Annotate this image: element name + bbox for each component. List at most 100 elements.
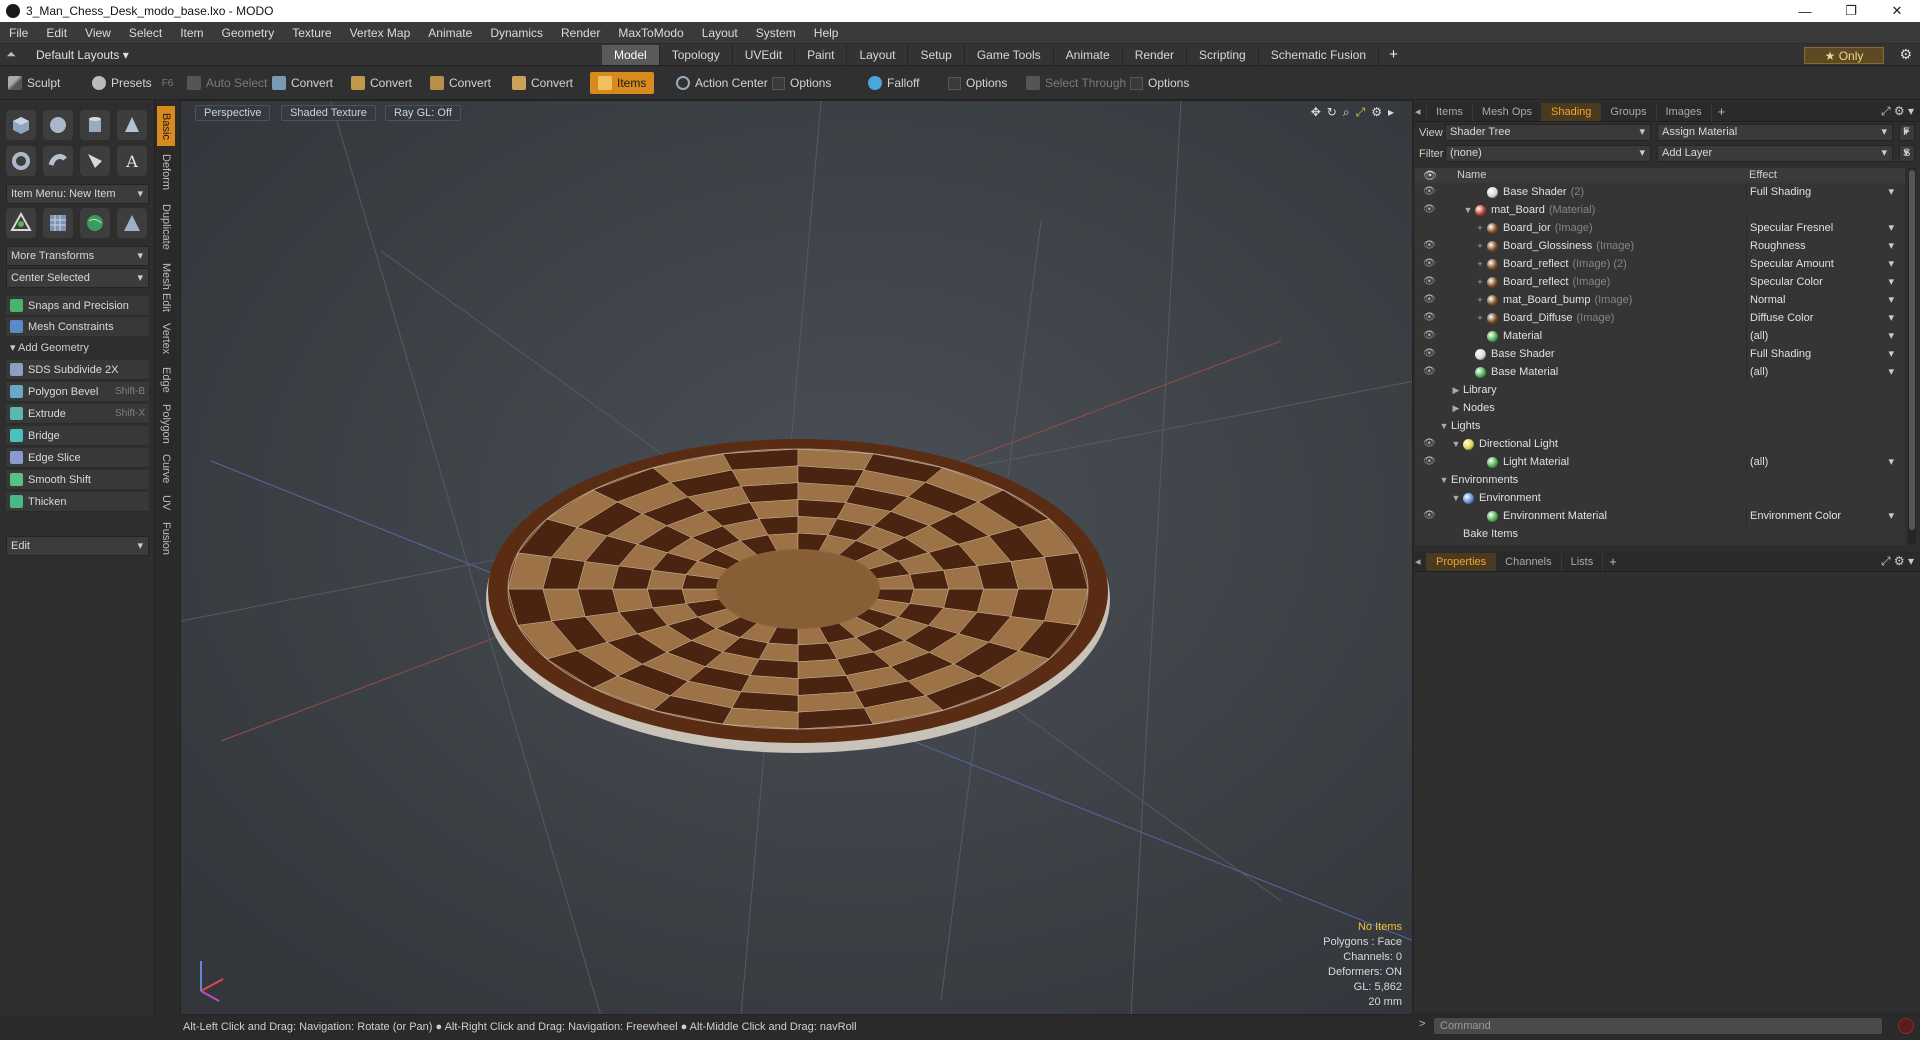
menu-layout[interactable]: Layout (693, 22, 747, 44)
expand-toggle-icon[interactable]: ▶ (1451, 381, 1461, 399)
pen-tool-icon[interactable] (80, 146, 110, 176)
fit-view-icon[interactable]: ⤢ (1356, 105, 1366, 120)
shader-tree-row[interactable]: 👁 + mat_Board_bump (Image) Normal (1415, 291, 1905, 309)
shader-tree-row[interactable]: 👁 Material (all) (1415, 327, 1905, 345)
center-selected-dropdown[interactable]: Center Selected (6, 268, 149, 288)
add-properties-tab-button[interactable]: + (1603, 554, 1623, 569)
snaps-precision-button[interactable]: Snaps and Precision (6, 296, 149, 316)
visibility-eye-icon[interactable]: 👁 (1423, 291, 1437, 309)
tab-items[interactable]: Items (1427, 102, 1473, 121)
visibility-eye-icon[interactable]: 👁 (1423, 201, 1437, 219)
menu-animate[interactable]: Animate (419, 22, 481, 44)
expand-toggle-icon[interactable]: + (1475, 219, 1485, 237)
expand-toggle-icon[interactable]: + (1475, 291, 1485, 309)
options-button-1[interactable]: Options (772, 72, 831, 94)
maximize-button[interactable]: ❐ (1828, 0, 1874, 22)
tab-render[interactable]: Render (1123, 44, 1188, 65)
filter-dropdown[interactable]: (none) (1445, 145, 1651, 162)
effect-dropdown[interactable]: Roughness (1746, 237, 1898, 255)
tab-scripting[interactable]: Scripting (1187, 44, 1259, 65)
assign-material-dropdown[interactable]: Assign Material (1657, 124, 1893, 141)
shader-tree-row[interactable]: ▼ Environments (1415, 471, 1905, 489)
expand-toggle-icon[interactable]: + (1475, 237, 1485, 255)
shader-tree-row[interactable]: 👁 + Board_reflect (Image) Specular Color (1415, 273, 1905, 291)
only-button[interactable]: ★ Only (1804, 47, 1884, 64)
menu-item[interactable]: Item (171, 22, 212, 44)
viewport-menu-icon[interactable]: ▸ (1388, 105, 1394, 120)
zoom-icon[interactable]: ⌕ (1343, 105, 1350, 120)
shader-tree-row[interactable]: ▶ Library (1415, 381, 1905, 399)
vtab-mesh-edit[interactable]: Mesh Edit (157, 258, 175, 316)
transform-tool-icon[interactable] (6, 208, 36, 238)
tab-setup[interactable]: Setup (908, 44, 965, 65)
text-tool-icon[interactable]: A (117, 146, 147, 176)
visibility-eye-icon[interactable]: 👁 (1423, 363, 1437, 381)
command-input[interactable]: Command (1433, 1017, 1883, 1035)
items-mode-button[interactable]: Items (590, 72, 655, 94)
record-macro-icon[interactable] (1898, 1018, 1914, 1034)
shader-tree-row[interactable]: 👁 Base Material (all) (1415, 363, 1905, 381)
add-layout-tab-button[interactable]: + (1379, 46, 1408, 63)
menu-view[interactable]: View (76, 22, 120, 44)
shading-mode-button[interactable]: Shaded Texture (281, 105, 376, 121)
effect-dropdown[interactable]: Normal (1746, 291, 1898, 309)
viewport-settings-icon[interactable]: ⚙ (1371, 105, 1382, 120)
pyramid-tool-icon[interactable] (117, 208, 147, 238)
tab-images[interactable]: Images (1657, 102, 1712, 121)
effect-dropdown[interactable]: (all) (1746, 363, 1898, 381)
effect-dropdown[interactable]: Specular Fresnel (1746, 219, 1898, 237)
presets-button[interactable]: Presets F6 (92, 72, 173, 94)
menu-geometry[interactable]: Geometry (213, 22, 284, 44)
menu-help[interactable]: Help (805, 22, 848, 44)
menu-vertex-map[interactable]: Vertex Map (341, 22, 420, 44)
smooth-shift-button[interactable]: Smooth Shift (6, 470, 149, 490)
expand-toggle-icon[interactable]: ▼ (1451, 489, 1461, 507)
tab-groups[interactable]: Groups (1601, 102, 1657, 121)
effect-column-header[interactable]: Effect (1749, 169, 1777, 181)
vtab-vertex[interactable]: Vertex (157, 318, 175, 360)
action-center-button[interactable]: Action Center (676, 72, 768, 94)
sds-subdivide-button[interactable]: SDS Subdivide 2X (6, 360, 149, 380)
tab-model[interactable]: Model (602, 44, 660, 65)
sphere-primitive-icon[interactable] (43, 110, 73, 140)
command-history-icon[interactable]: > (1419, 1018, 1425, 1030)
pan-icon[interactable]: ✥ (1311, 105, 1321, 120)
shader-tree-row[interactable]: 👁 + Board_Glossiness (Image) Roughness (1415, 237, 1905, 255)
tab-layout[interactable]: Layout (847, 44, 909, 65)
bridge-button[interactable]: Bridge (6, 426, 149, 446)
vtab-polygon[interactable]: Polygon (157, 400, 175, 448)
tab-topology[interactable]: Topology (660, 44, 733, 65)
expand-toggle-icon[interactable]: + (1475, 273, 1485, 291)
menu-texture[interactable]: Texture (283, 22, 340, 44)
layout-gear-icon[interactable]: ⚙ (1899, 46, 1912, 63)
expand-toggle-icon[interactable]: + (1475, 255, 1485, 273)
visibility-eye-icon[interactable]: 👁 (1423, 183, 1437, 201)
add-layer-dropdown[interactable]: Add Layer (1657, 145, 1893, 162)
panel-collapse-icon[interactable]: ◂ (1415, 102, 1427, 121)
shader-tree-row[interactable]: 👁 Base Shader Full Shading (1415, 345, 1905, 363)
default-layouts-dropdown[interactable]: Default Layouts ▾ (22, 48, 602, 62)
minimize-button[interactable]: — (1782, 0, 1828, 22)
layout-home-icon[interactable]: ⏶ (0, 47, 22, 62)
visibility-eye-icon[interactable]: 👁 (1423, 255, 1437, 273)
cone-primitive-icon[interactable] (117, 110, 147, 140)
shader-tree-scrollbar[interactable] (1908, 168, 1916, 545)
globe-tool-icon[interactable] (80, 208, 110, 238)
effect-dropdown[interactable]: Full Shading (1746, 183, 1898, 201)
visibility-eye-icon[interactable]: 👁 (1423, 507, 1437, 525)
menu-edit[interactable]: Edit (37, 22, 76, 44)
visibility-eye-icon[interactable]: 👁 (1423, 453, 1437, 471)
sculpt-button[interactable]: Sculpt (8, 72, 60, 94)
add-geometry-section[interactable]: ▾ Add Geometry (6, 339, 149, 357)
options-button-2[interactable]: Options (948, 72, 1007, 94)
panel-options-icon[interactable]: ⤢ ⚙ ▾ (1881, 104, 1914, 119)
expand-toggle-icon[interactable]: ▼ (1439, 417, 1449, 435)
cylinder-primitive-icon[interactable] (80, 110, 110, 140)
options-button-3[interactable]: Options (1130, 72, 1189, 94)
shader-tree-row[interactable]: ▼ Environment (1415, 489, 1905, 507)
vtab-fusion[interactable]: Fusion (157, 518, 175, 560)
menu-select[interactable]: Select (120, 22, 171, 44)
falloff-button[interactable]: Falloff (868, 72, 919, 94)
rotate-icon[interactable]: ↻ (1327, 105, 1337, 120)
menu-file[interactable]: File (0, 22, 37, 44)
